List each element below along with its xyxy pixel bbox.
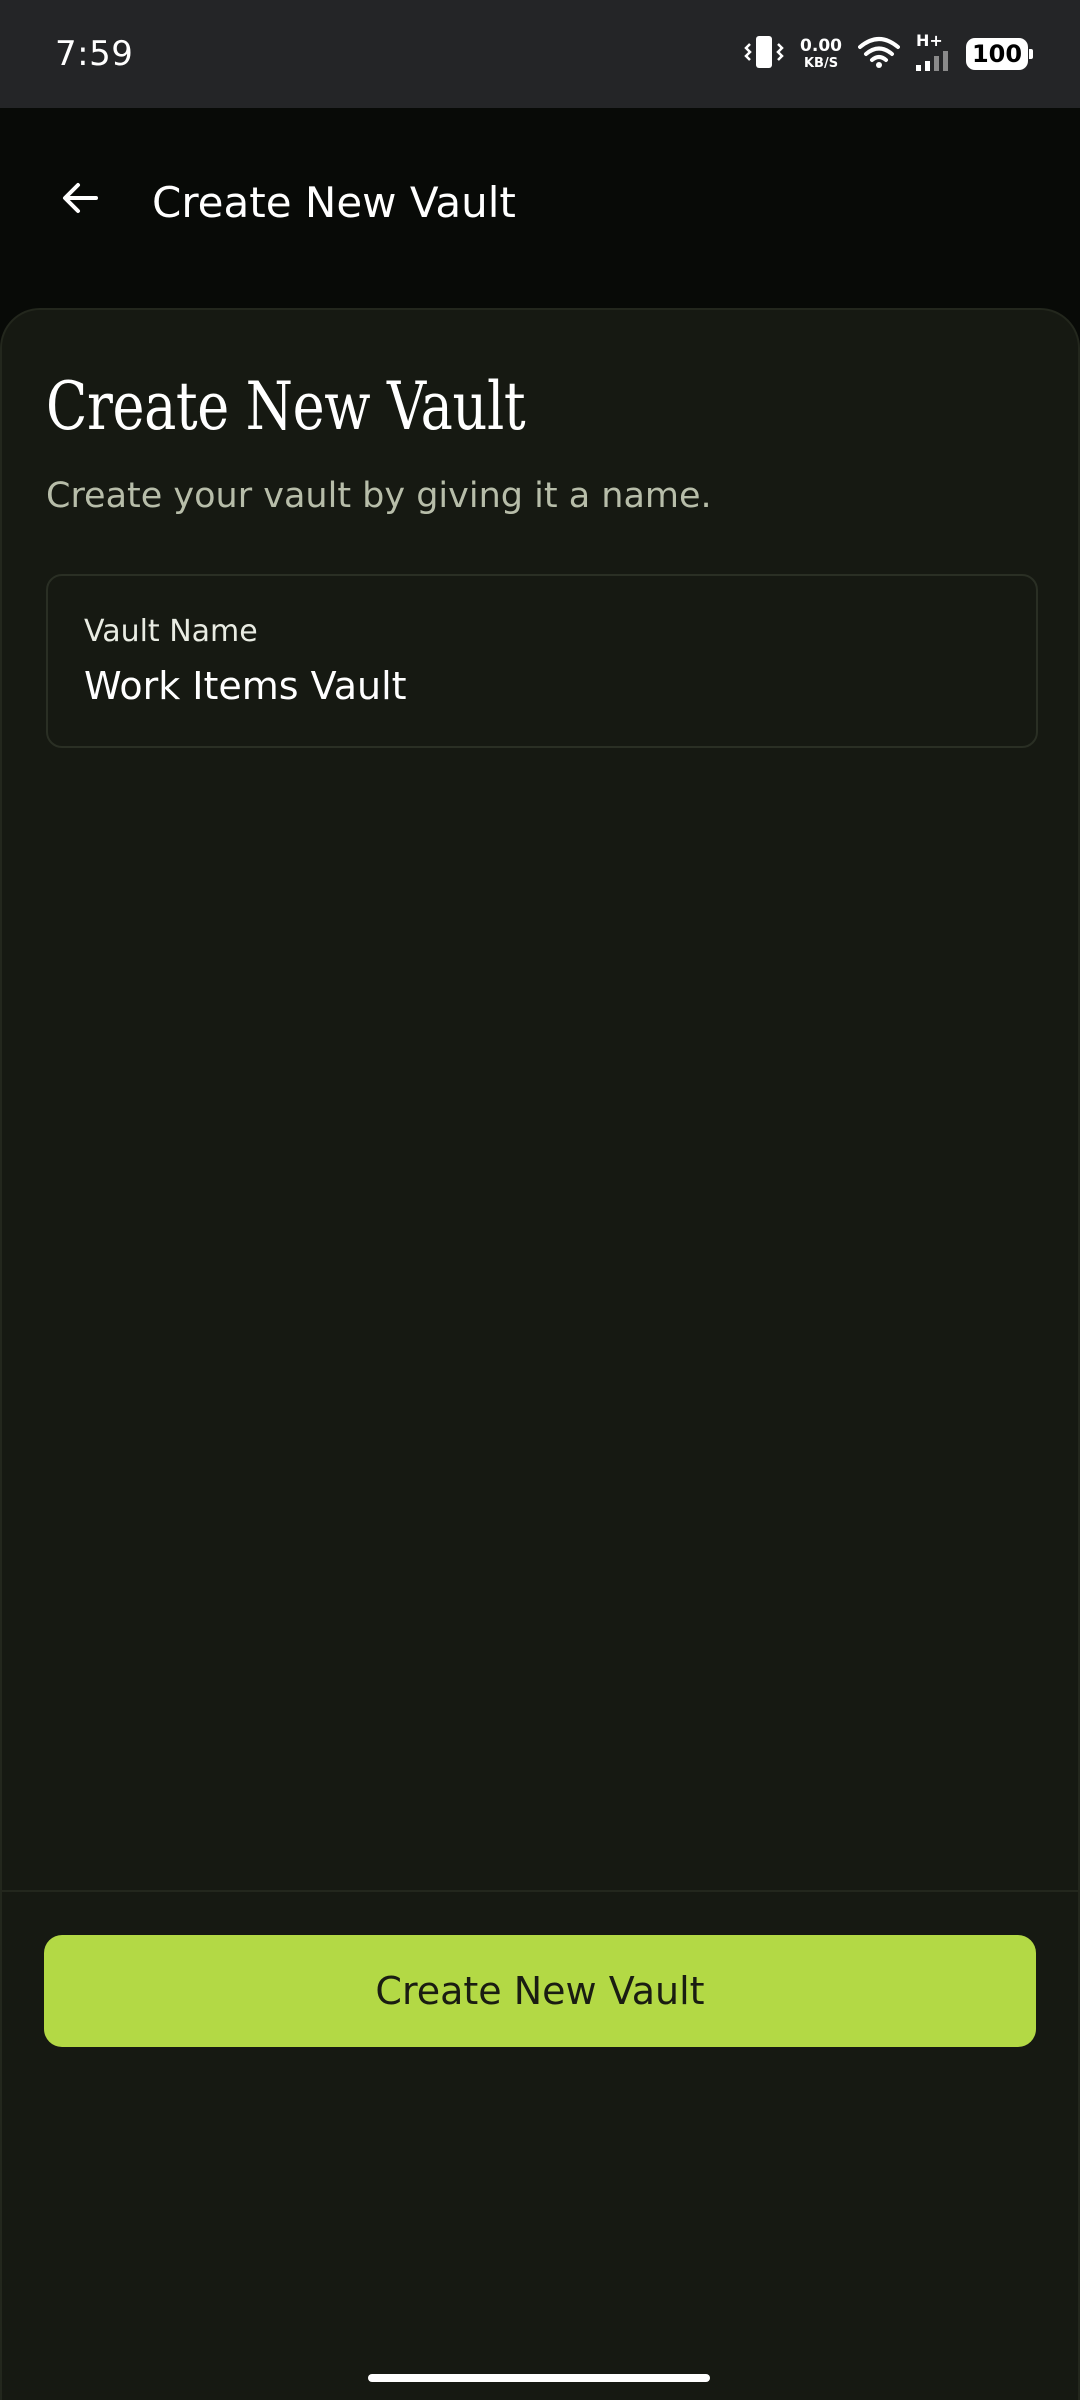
wifi-icon	[858, 35, 900, 73]
content-sheet: Create New Vault Create your vault by gi…	[0, 308, 1080, 2400]
network-speed: 0.00 KB/S	[800, 36, 842, 71]
network-speed-value: 0.00	[800, 36, 842, 56]
signal-icon	[916, 51, 950, 75]
vault-name-input[interactable]: Work Items Vault	[84, 664, 984, 708]
battery-icon: 100	[966, 38, 1033, 70]
status-bar: 7:59 0.00 KB/S H+ 100	[0, 0, 1080, 108]
network-type-label: H+	[916, 31, 943, 50]
status-icons: 0.00 KB/S H+ 100	[744, 33, 1033, 75]
signal-indicator: H+	[916, 33, 950, 75]
app-bar-title: Create New Vault	[152, 178, 516, 227]
home-indicator[interactable]	[368, 2374, 710, 2382]
vibrate-icon	[744, 34, 784, 74]
page-subtitle: Create your vault by giving it a name.	[46, 476, 712, 516]
create-vault-button[interactable]: Create New Vault	[44, 1935, 1036, 2047]
status-time: 7:59	[55, 34, 134, 74]
vault-name-field[interactable]: Vault Name Work Items Vault	[46, 574, 1038, 748]
battery-level: 100	[971, 40, 1023, 68]
footer-divider	[0, 1890, 1080, 1892]
vault-name-label: Vault Name	[84, 614, 258, 649]
page-title: Create New Vault	[46, 368, 526, 445]
network-speed-unit: KB/S	[803, 56, 839, 71]
app-bar: Create New Vault	[0, 108, 1080, 308]
back-button[interactable]	[48, 168, 112, 232]
arrow-left-icon	[60, 178, 100, 222]
